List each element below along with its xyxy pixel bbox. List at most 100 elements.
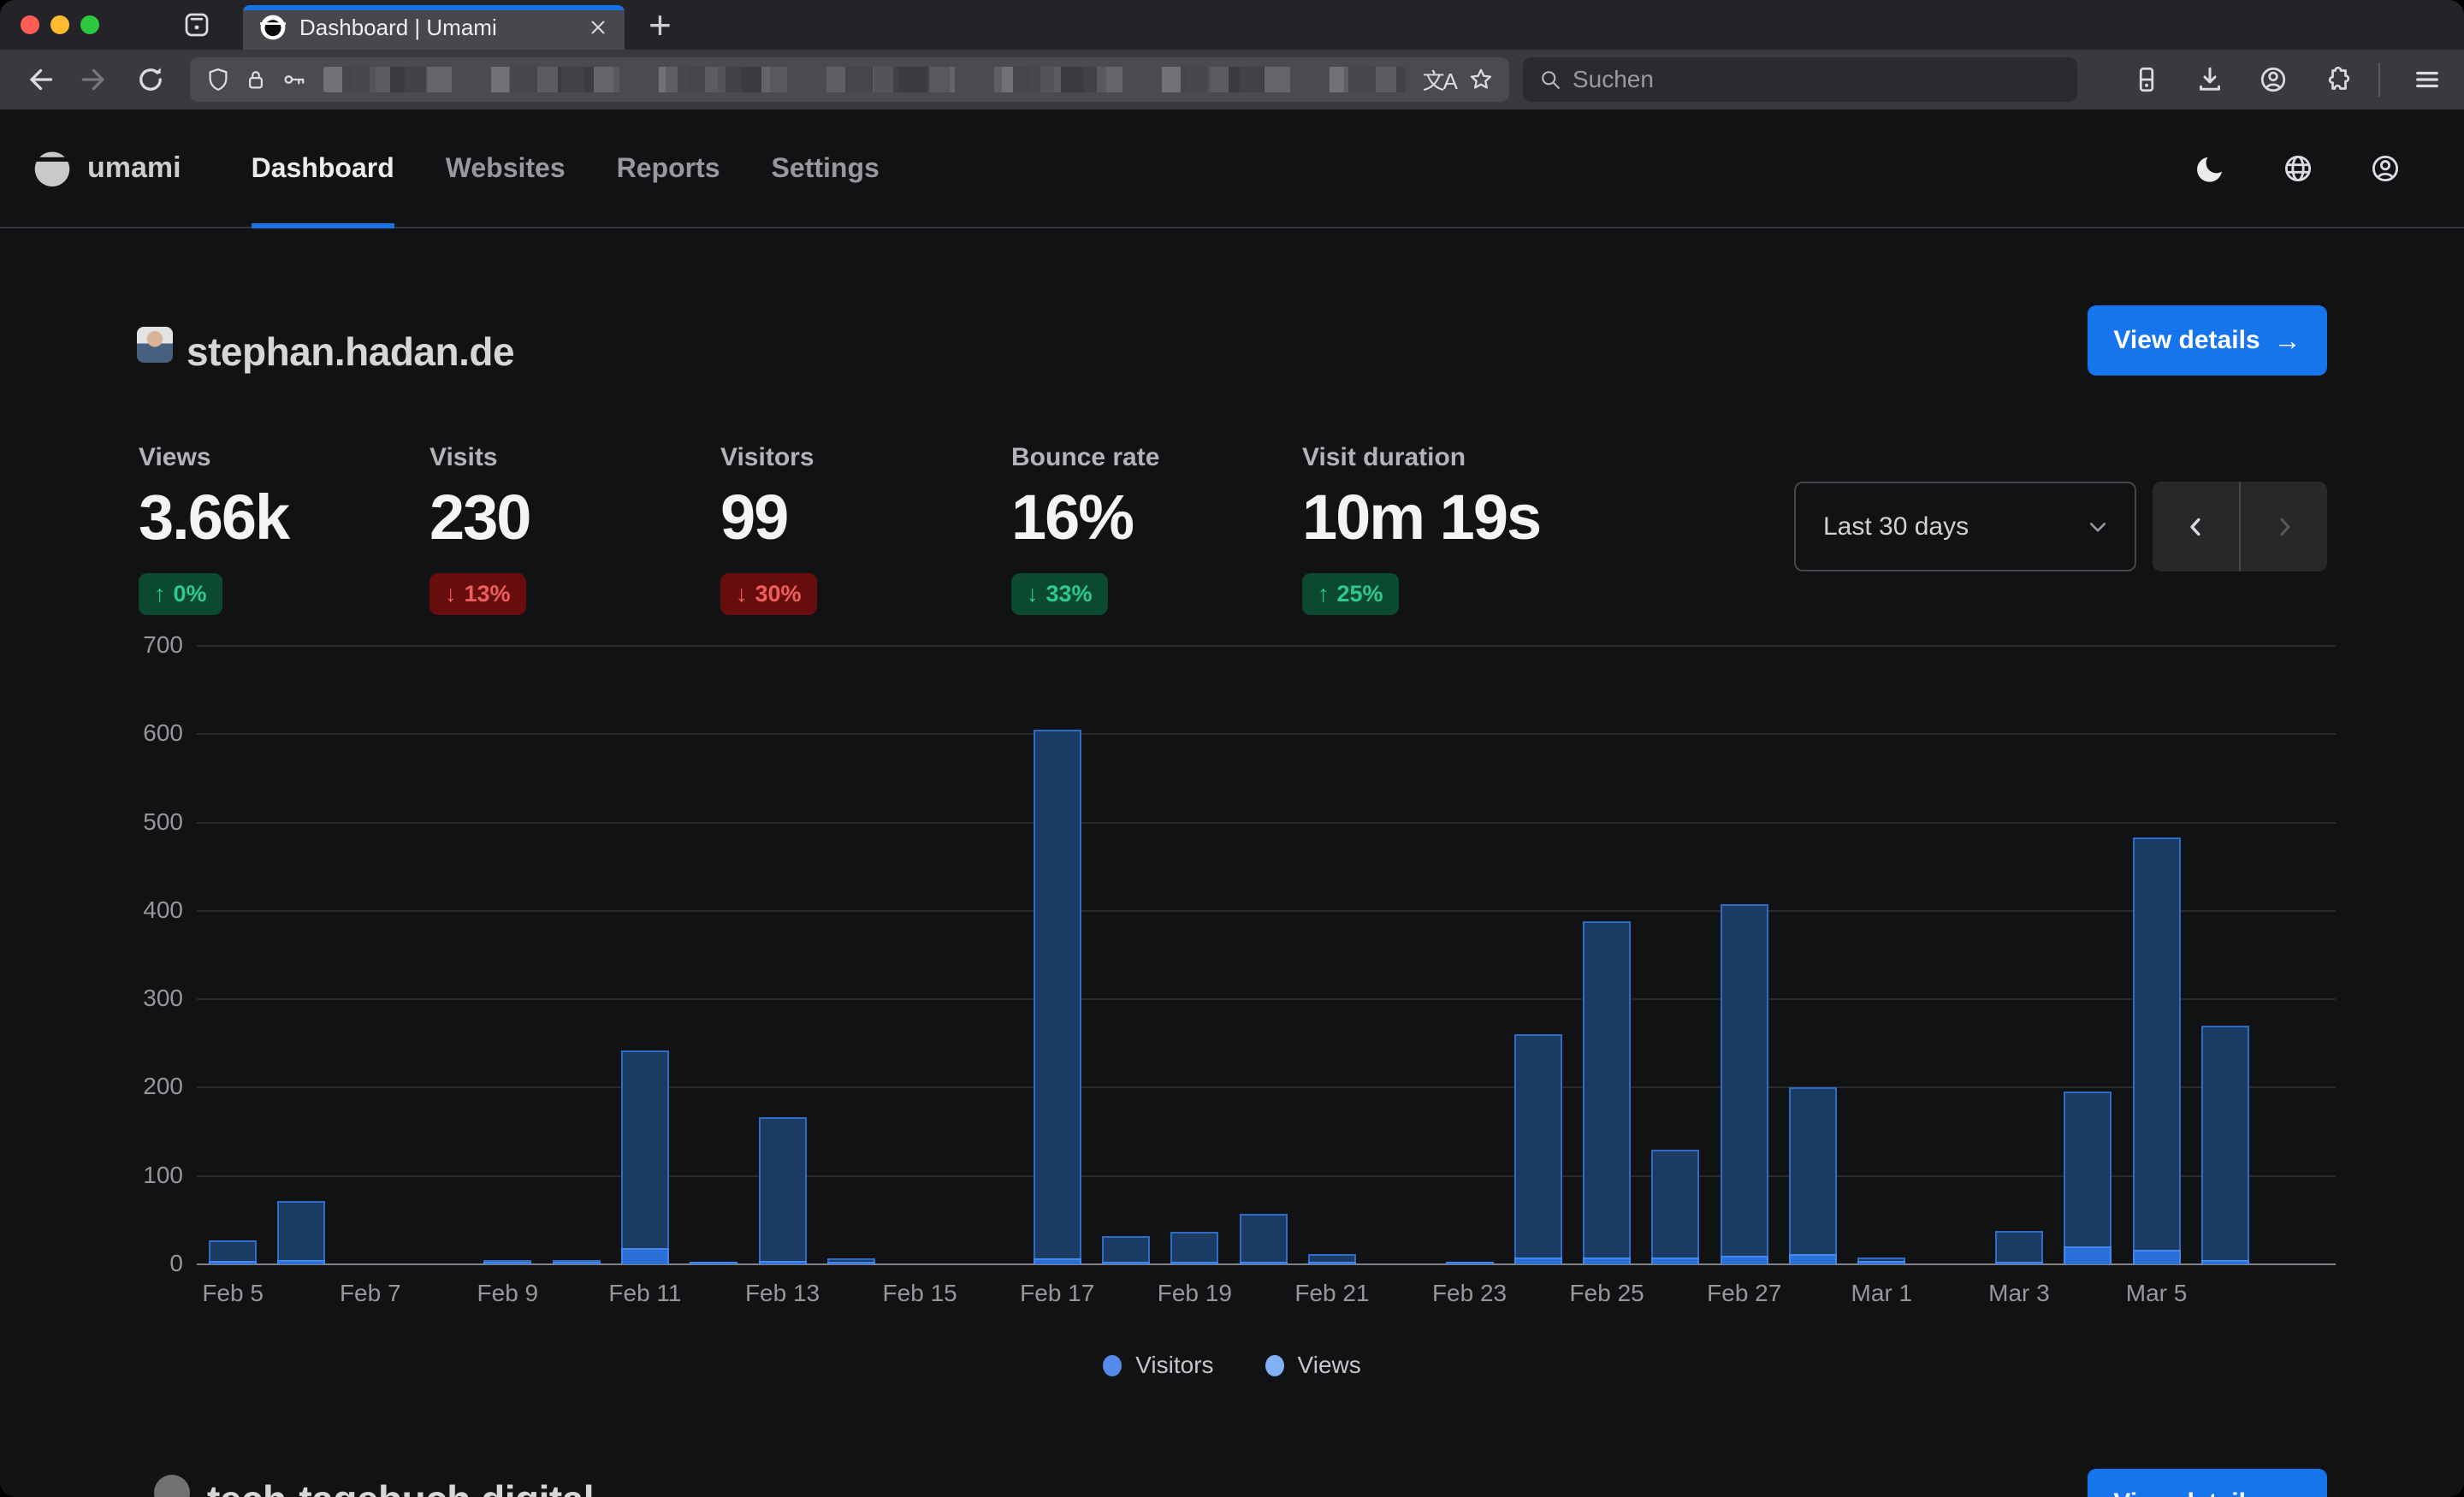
chart-bar-visitors: [2133, 1250, 2181, 1264]
chart-bar-visitors: [1789, 1254, 1837, 1264]
tab-favicon-umami-icon: [260, 15, 286, 40]
chart-bar-visitors: [1034, 1258, 1081, 1264]
chart-bar-views: [1240, 1214, 1288, 1264]
url-bar[interactable]: 文A: [190, 57, 1509, 102]
x-axis-tick-label: Feb 15: [860, 1280, 980, 1307]
umami-page: umami Dashboard Websites Reports Setting…: [0, 109, 2464, 1497]
x-axis-tick-label: Feb 19: [1134, 1280, 1254, 1307]
chart-bar-visitors: [690, 1262, 737, 1264]
key-icon[interactable]: [281, 67, 306, 92]
chart-bar-visitors: [1170, 1262, 1218, 1264]
chart-bar-visitors: [1240, 1262, 1288, 1264]
chart-bar-visitors: [1857, 1261, 1905, 1264]
chart-gridline: [197, 733, 2336, 735]
tab-bar: Dashboard | Umami +: [0, 0, 2464, 50]
legend-label: Views: [1298, 1352, 1361, 1379]
chart-bar-visitors: [1995, 1262, 2043, 1264]
chart-bar-views: [1721, 904, 1768, 1264]
chart-gridline: [197, 822, 2336, 824]
menu-hamburger-icon[interactable]: [2411, 63, 2443, 96]
chart-bar-visitors: [1721, 1256, 1768, 1264]
chart-bar-views: [1102, 1236, 1150, 1264]
chart-bar-visitors: [2064, 1246, 2112, 1264]
legend-item-views[interactable]: Views: [1265, 1352, 1361, 1379]
chart-bar-views: [1170, 1232, 1218, 1264]
chart-bar-visitors: [1583, 1257, 1631, 1264]
y-axis-tick-label: 0: [106, 1250, 183, 1277]
chart-gridline: [197, 998, 2336, 1000]
tab-title: Dashboard | Umami: [299, 15, 587, 41]
x-axis-tick-label: Mar 1: [1821, 1280, 1941, 1307]
extensions-icon[interactable]: [2320, 63, 2353, 96]
x-axis-tick-label: Feb 17: [998, 1280, 1117, 1307]
chart-bar-visitors: [621, 1248, 669, 1264]
account-icon[interactable]: [2257, 63, 2289, 96]
legend-item-visitors[interactable]: Visitors: [1103, 1352, 1213, 1379]
x-axis-tick-label: Feb 7: [311, 1280, 430, 1307]
chart: 0100200300400500600700Feb 5Feb 7Feb 9Feb…: [0, 109, 2464, 1497]
chart-bar-views: [1789, 1087, 1837, 1264]
bookmark-star-icon[interactable]: [1468, 67, 1494, 92]
close-window-button[interactable]: [21, 15, 39, 34]
search-placeholder: Suchen: [1573, 66, 1654, 93]
search-icon: [1538, 68, 1562, 92]
firefox-view-icon[interactable]: [181, 9, 212, 40]
chart-gridline: [197, 1175, 2336, 1177]
x-axis-tick-label: Feb 13: [723, 1280, 843, 1307]
search-bar[interactable]: Suchen: [1523, 57, 2077, 102]
toolbar-icons: [2100, 62, 2443, 97]
legend-dot-icon: [1103, 1355, 1122, 1376]
chart-gridline: [197, 910, 2336, 912]
next-view-details-button[interactable]: View details →: [2088, 1469, 2327, 1497]
chart-bar-visitors: [1651, 1257, 1699, 1264]
y-axis-tick-label: 600: [106, 719, 183, 747]
new-tab-button[interactable]: +: [649, 5, 672, 44]
minimize-window-button[interactable]: [50, 15, 69, 34]
chart-bar-visitors: [1308, 1262, 1356, 1264]
chart-bar-visitors: [1514, 1257, 1562, 1264]
x-axis-tick-label: Feb 25: [1547, 1280, 1667, 1307]
x-axis-tick-label: Feb 23: [1410, 1280, 1530, 1307]
browser-window: Dashboard | Umami + 文A Suchen: [0, 0, 2464, 1497]
legend-dot-icon: [1265, 1355, 1284, 1376]
chart-bar-views: [621, 1050, 669, 1264]
reload-icon[interactable]: [134, 63, 166, 96]
x-axis-tick-label: Feb 27: [1685, 1280, 1804, 1307]
redacted-url-text: [323, 67, 1406, 92]
y-axis-tick-label: 500: [106, 808, 183, 836]
browser-toolbar: 文A Suchen: [0, 50, 2464, 109]
chart-bar-visitors: [483, 1262, 531, 1264]
sidebar-icon[interactable]: [2130, 63, 2163, 96]
lock-icon[interactable]: [243, 67, 269, 92]
x-axis-tick-label: Feb 5: [173, 1280, 293, 1307]
chart-bar-views: [2201, 1026, 2249, 1264]
downloads-icon[interactable]: [2194, 63, 2226, 96]
shield-icon[interactable]: [205, 67, 231, 92]
chart-bar-views: [1514, 1034, 1562, 1264]
translate-icon[interactable]: 文A: [1423, 64, 1456, 96]
chart-bar-views: [1583, 921, 1631, 1264]
zoom-window-button[interactable]: [80, 15, 99, 34]
y-axis-tick-label: 100: [106, 1162, 183, 1189]
chart-bar-views: [277, 1201, 325, 1264]
back-icon[interactable]: [24, 63, 56, 96]
y-axis-tick-label: 700: [106, 631, 183, 659]
tab-close-icon[interactable]: [587, 16, 609, 38]
toolbar-separator: [2378, 62, 2380, 97]
chart-bar-visitors: [553, 1262, 601, 1264]
forward-icon[interactable]: [80, 63, 111, 96]
browser-tab[interactable]: Dashboard | Umami: [243, 5, 625, 50]
chart-bar-views: [1034, 730, 1081, 1264]
chart-bar-visitors: [277, 1260, 325, 1264]
chart-bar-visitors: [1446, 1262, 1494, 1264]
chart-bar-views: [2133, 837, 2181, 1264]
next-site-title: tech-tagebuch.digital: [207, 1476, 594, 1497]
x-axis-tick-label: Feb 9: [447, 1280, 567, 1307]
x-axis-tick-label: Feb 11: [585, 1280, 705, 1307]
y-axis-tick-label: 400: [106, 896, 183, 924]
chart-bar-visitors: [1102, 1262, 1150, 1264]
y-axis-tick-label: 300: [106, 985, 183, 1012]
x-axis-tick-label: Feb 21: [1272, 1280, 1392, 1307]
window-controls: [21, 15, 99, 34]
chart-legend: Visitors Views: [0, 1352, 2464, 1379]
